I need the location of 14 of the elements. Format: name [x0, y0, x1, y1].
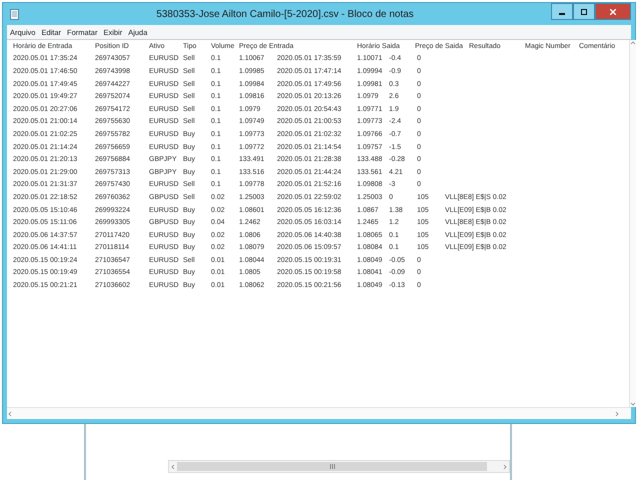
maximize-button[interactable]: [573, 3, 595, 20]
scroll-right-icon[interactable]: [614, 410, 620, 416]
window-title: 5380353-Jose Ailton Camilo-[5-2020].csv - Bloco de notas: [155, 8, 415, 20]
scroll-left-icon[interactable]: [170, 464, 176, 470]
grip-icon: [330, 464, 334, 469]
notepad-icon: [10, 8, 19, 20]
scroll-right-icon[interactable]: [502, 464, 508, 470]
scroll-left-icon[interactable]: [7, 410, 13, 416]
maximize-icon: [581, 8, 587, 14]
close-icon: [610, 8, 616, 14]
scroll-up-icon[interactable]: [630, 40, 636, 46]
close-button[interactable]: [595, 3, 631, 20]
scroll-down-icon[interactable]: [630, 401, 636, 407]
minimize-button[interactable]: [551, 3, 573, 20]
